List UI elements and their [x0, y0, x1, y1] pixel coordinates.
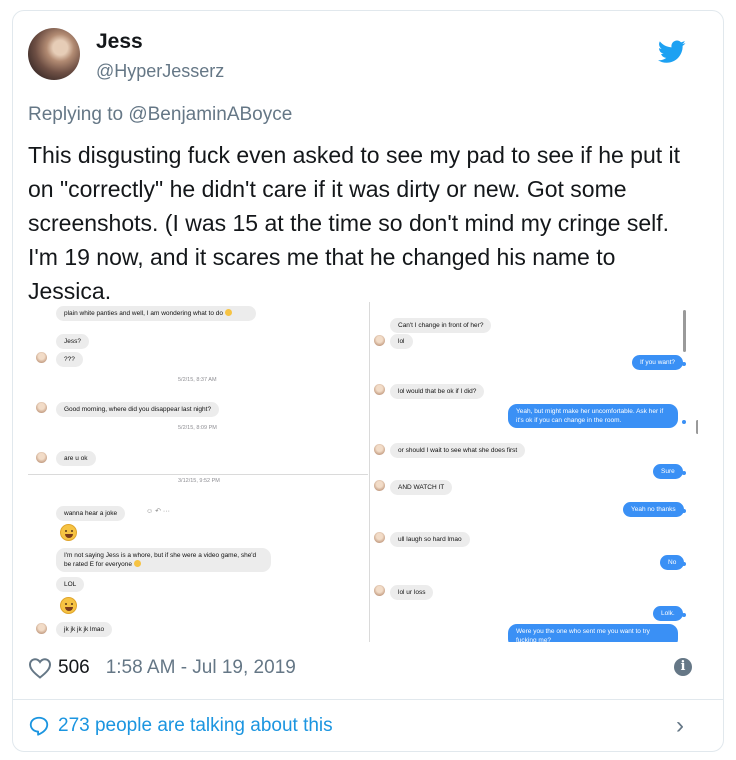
message-bubble: lol ur loss [390, 585, 434, 600]
display-name[interactable]: Jess [96, 30, 143, 54]
scrollbar[interactable] [696, 420, 698, 434]
message-bubble: Yeah, but might make her uncomfortable. … [508, 404, 678, 428]
message-text: plain white panties and well, I am wonde… [64, 310, 223, 317]
delivered-dot [682, 562, 686, 566]
message-bubble: No [660, 555, 685, 570]
speech-bubble-icon [29, 716, 49, 736]
reaction-icons: ☺ ↶ ··· [146, 508, 170, 515]
message-bubble: If you want? [632, 355, 684, 370]
contact-avatar [374, 335, 385, 346]
message-bubble: lol would that be ok if I did? [390, 384, 485, 399]
user-handle[interactable]: @HyperJesserz [96, 61, 224, 82]
screenshot-right-pane: Can't I change in front of her? lol If y… [369, 302, 698, 642]
message-bubble: Good morning, where did you disappear la… [56, 402, 220, 417]
replying-to-label: Replying to [28, 104, 129, 125]
contact-avatar [36, 352, 47, 363]
timestamp: 3/12/15, 9:52 PM [178, 478, 220, 484]
message-bubble: lol [390, 334, 413, 349]
message-bubble: Lolk. [653, 606, 683, 621]
screenshot-left-pane: plain white panties and well, I am wonde… [28, 302, 368, 642]
like-and-time-row: 506 1:58 AM - Jul 19, 2019 [28, 656, 296, 680]
delivered-dot [682, 613, 686, 617]
message-bubble: or should I wait to see what she does fi… [390, 443, 526, 458]
contact-avatar [36, 623, 47, 634]
tweet-media-image[interactable]: plain white panties and well, I am wonde… [28, 302, 698, 642]
smiley-emoji-icon [224, 309, 232, 316]
replying-to: Replying to @BenjaminABoyce [28, 104, 292, 126]
like-count[interactable]: 506 [58, 657, 90, 679]
message-bubble: plain white panties and well, I am wonde… [56, 306, 256, 321]
message-bubble: wanna hear a joke [56, 506, 126, 521]
smiley-emoji-icon [133, 560, 141, 567]
avatar[interactable] [28, 28, 80, 80]
contact-avatar [374, 384, 385, 395]
message-bubble: Jess? [56, 334, 89, 349]
message-bubble: ull laugh so hard lmao [390, 532, 470, 547]
chevron-right-icon[interactable]: › [676, 712, 684, 740]
tweet-text: This disgusting fuck even asked to see m… [28, 142, 681, 304]
message-bubble: LOL [56, 577, 85, 592]
contact-avatar [36, 402, 47, 413]
delivered-dot [682, 471, 686, 475]
timestamp: 5/2/15, 8:09 PM [178, 425, 217, 431]
message-text: I'm not saying Jess is a whore, but if s… [64, 552, 257, 568]
contact-avatar [374, 480, 385, 491]
message-bubble: Were you the one who sent me you want to… [508, 624, 678, 642]
wink-emoji-icon [60, 524, 77, 541]
heart-icon[interactable] [28, 657, 52, 679]
contact-avatar [374, 532, 385, 543]
timestamp: 5/2/15, 8:37 AM [178, 377, 217, 383]
message-bubble: jk jk jk jk lmao [56, 622, 113, 637]
message-bubble: Can't I change in front of her? [390, 318, 492, 333]
twitter-bird-icon[interactable] [658, 40, 686, 64]
screenshot-divider [28, 474, 368, 475]
message-bubble: Sure [653, 464, 683, 479]
contact-avatar [36, 452, 47, 463]
replying-to-link[interactable]: @BenjaminABoyce [128, 104, 292, 125]
message-bubble: ??? [56, 352, 83, 367]
talking-about-link[interactable]: 273 people are talking about this [28, 712, 333, 740]
message-bubble: Yeah no thanks [623, 502, 684, 517]
scrollbar[interactable] [683, 310, 686, 352]
message-bubble: I'm not saying Jess is a whore, but if s… [56, 548, 271, 572]
message-bubble: are u ok [56, 451, 96, 466]
message-bubble: AND WATCH IT [390, 480, 453, 495]
contact-avatar [374, 444, 385, 455]
grinning-emoji-icon [60, 597, 77, 614]
info-icon[interactable]: i [674, 658, 692, 676]
tweet-timestamp[interactable]: 1:58 AM - Jul 19, 2019 [106, 657, 296, 679]
delivered-dot [682, 420, 686, 424]
delivered-dot [682, 509, 686, 513]
talking-about-text[interactable]: 273 people are talking about this [58, 715, 333, 737]
contact-avatar [374, 585, 385, 596]
delivered-dot [682, 362, 686, 366]
card-divider [13, 699, 723, 700]
